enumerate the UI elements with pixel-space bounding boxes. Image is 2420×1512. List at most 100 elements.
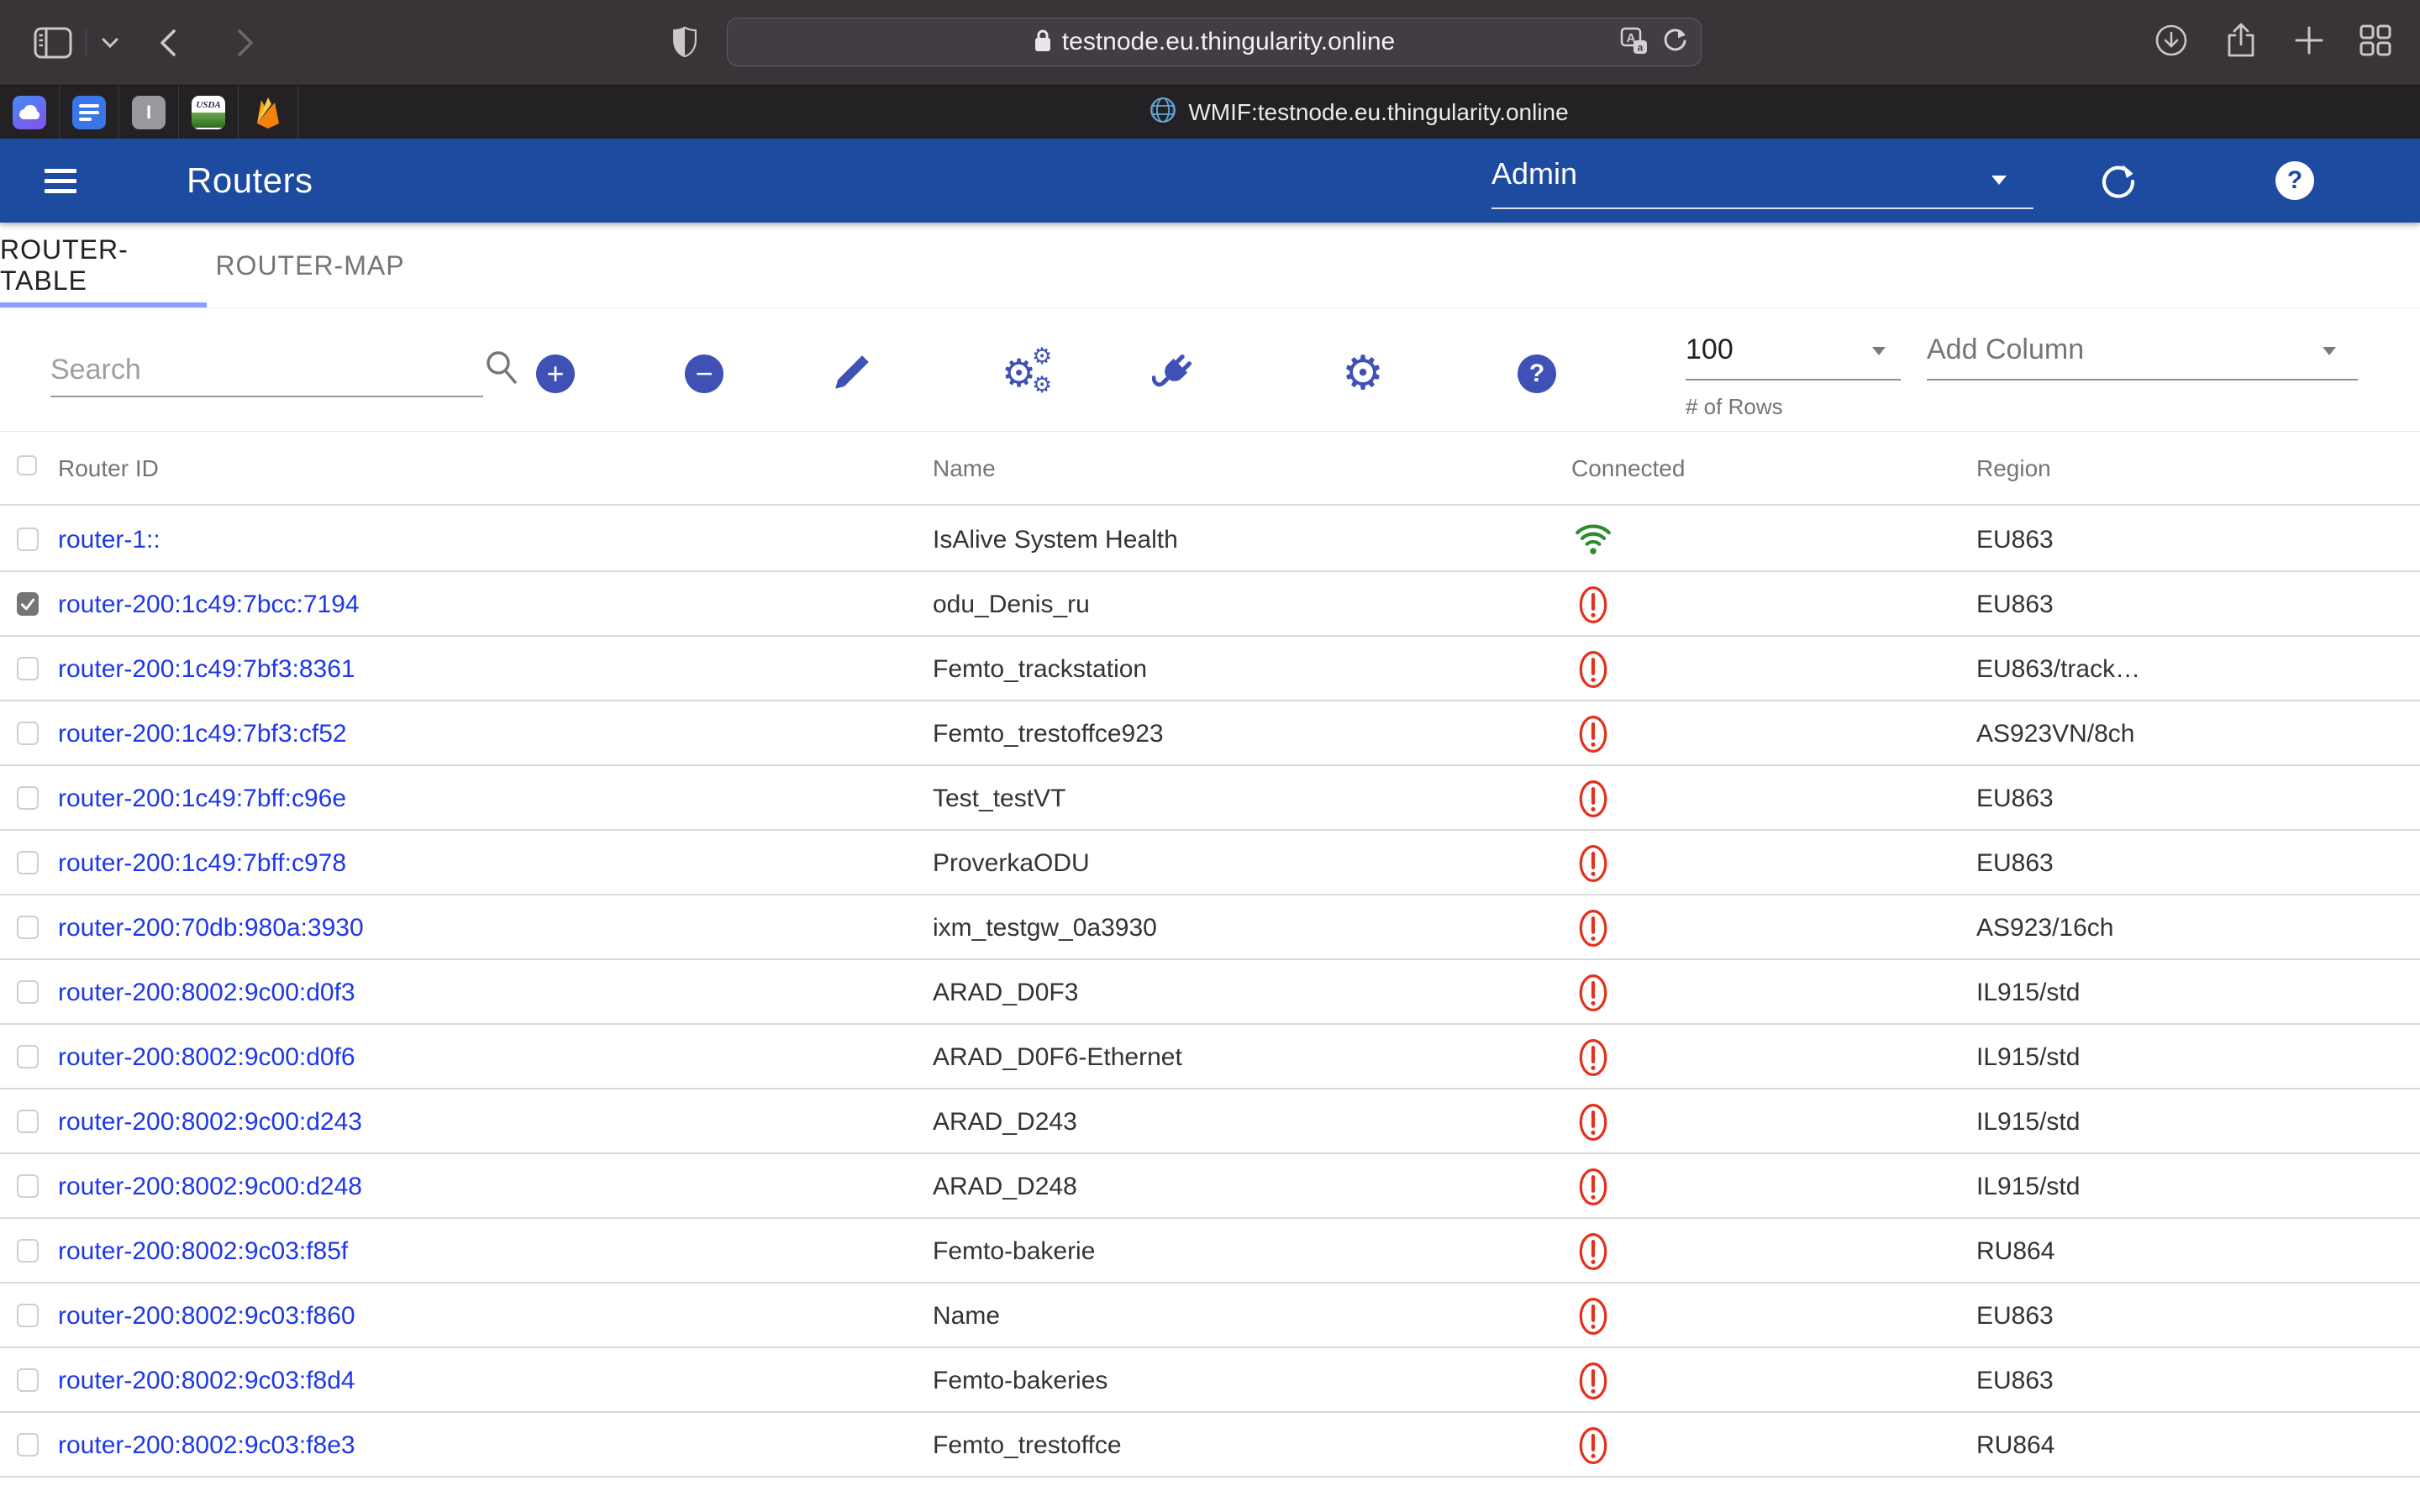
pinned-tab-firebase[interactable] (239, 86, 298, 139)
router-configs-button[interactable]: ⚙ ⚙ ⚙ (1002, 350, 1049, 397)
table-row: router-200:1c49:7bf3:cf52Femto_trestoffc… (0, 701, 2420, 766)
row-checkbox[interactable] (17, 1433, 39, 1457)
table-row: router-200:8002:9c03:f860NameEU863 (0, 1284, 2420, 1348)
region-cell: RU864 (1976, 1219, 2054, 1284)
new-tab-icon[interactable] (2294, 25, 2324, 60)
row-checkbox[interactable] (17, 722, 39, 745)
router-id-link[interactable]: router-200:8002:9c03:f8d4 (58, 1348, 355, 1413)
router-id-link[interactable]: router-200:1c49:7bf3:8361 (58, 637, 355, 701)
share-icon[interactable] (2223, 22, 2259, 63)
active-tab[interactable]: WMIF:testnode.eu.thingularity.online (298, 86, 2420, 139)
alert-disconnected-icon (1573, 1219, 1613, 1284)
table-row: router-200:1c49:7bff:c96eTest_testVTEU86… (0, 766, 2420, 831)
alert-disconnected-icon (1573, 637, 1613, 701)
router-id-link[interactable]: router-200:8002:9c00:d243 (58, 1089, 362, 1154)
table-help-button[interactable]: ? (1513, 350, 1560, 397)
alert-disconnected-icon (1573, 960, 1613, 1025)
column-name[interactable]: Name (933, 432, 996, 506)
search-input[interactable]: Search (50, 349, 483, 397)
row-checkbox[interactable] (17, 528, 39, 551)
router-name: ARAD_D0F3 (933, 960, 1078, 1025)
table-row: router-1::IsAlive System HealthEU863 (0, 507, 2420, 572)
add-column-placeholder: Add Column (1927, 333, 2084, 365)
back-button-icon[interactable] (157, 29, 179, 57)
refresh-icon[interactable] (2099, 162, 2138, 205)
tab-router-map[interactable]: ROUTER-MAP (207, 223, 413, 308)
sidebar-toggle-icon[interactable] (34, 27, 72, 59)
alert-disconnected-icon (1573, 766, 1613, 831)
row-checkbox[interactable] (17, 1304, 39, 1327)
row-checkbox[interactable] (17, 851, 39, 874)
row-checkbox[interactable] (17, 1110, 39, 1133)
row-checkbox[interactable] (17, 657, 39, 680)
add-router-button[interactable]: + (532, 350, 579, 397)
tab-groups-chevron-icon[interactable] (102, 38, 118, 48)
router-id-link[interactable]: router-200:1c49:7bff:c96e (58, 766, 346, 831)
router-name: ProverkaODU (933, 831, 1090, 895)
row-checkbox[interactable] (17, 1174, 39, 1198)
region-cell: AS923VN/8ch (1976, 701, 2134, 766)
router-id-link[interactable]: router-200:1c49:7bff:c978 (58, 831, 346, 895)
row-checkbox[interactable] (17, 1045, 39, 1068)
remove-router-button[interactable]: − (681, 350, 728, 397)
chevron-down-icon (2323, 347, 2336, 355)
row-checkbox[interactable] (17, 592, 39, 616)
pinned-tab-docs[interactable] (60, 86, 119, 139)
row-checkbox[interactable] (17, 1239, 39, 1263)
add-column-select[interactable]: Add Column (1927, 333, 2358, 366)
settings-button[interactable]: ⚙ (1339, 350, 1386, 397)
row-checkbox[interactable] (17, 980, 39, 1004)
router-id-link[interactable]: router-200:1c49:7bcc:7194 (58, 572, 360, 637)
translate-icon[interactable]: A a (1620, 27, 1649, 60)
pinned-tab-usda[interactable]: USDA (179, 86, 239, 139)
edit-router-button[interactable] (829, 350, 876, 397)
usda-favicon-icon: USDA (192, 96, 225, 129)
router-id-link[interactable]: router-200:8002:9c03:f85f (58, 1219, 348, 1284)
tab-overview-icon[interactable] (2360, 24, 2391, 60)
forward-button-icon[interactable] (234, 29, 256, 57)
router-name: Femto_trackstation (933, 637, 1147, 701)
row-checkbox[interactable] (17, 786, 39, 810)
router-id-link[interactable]: router-200:1c49:7bf3:cf52 (58, 701, 347, 766)
reload-icon[interactable] (1662, 28, 1687, 59)
router-id-link[interactable]: router-200:8002:9c03:f860 (58, 1284, 355, 1348)
region-cell: EU863 (1976, 572, 2054, 637)
gear-icon: ⚙ (1342, 350, 1384, 397)
account-select[interactable]: Admin (1491, 154, 2033, 209)
menu-hamburger-icon[interactable] (45, 169, 76, 193)
tab-router-table[interactable]: ROUTER-TABLE (0, 223, 207, 308)
connect-button[interactable] (1150, 350, 1197, 397)
column-region[interactable]: Region (1976, 432, 2051, 506)
plug-icon (1152, 350, 1196, 398)
minus-icon: − (685, 354, 723, 393)
column-router-id[interactable]: Router ID (58, 432, 159, 506)
select-all-checkbox[interactable] (17, 455, 37, 475)
rows-per-page-value: 100 (1686, 333, 1733, 365)
table-row: router-200:8002:9c00:d0f6ARAD_D0F6-Ether… (0, 1025, 2420, 1089)
row-checkbox[interactable] (17, 1368, 39, 1392)
router-id-link[interactable]: router-200:70db:980a:3930 (58, 895, 364, 960)
row-checkbox[interactable] (17, 916, 39, 939)
router-name: ARAD_D248 (933, 1154, 1077, 1219)
router-name: Test_testVT (933, 766, 1065, 831)
privacy-shield-icon[interactable] (672, 25, 697, 63)
downloads-icon[interactable] (2154, 24, 2188, 61)
gears-icon: ⚙ ⚙ ⚙ (1002, 349, 1049, 399)
router-id-link[interactable]: router-1:: (58, 507, 160, 572)
pinned-tab-info[interactable]: I (119, 86, 179, 139)
table-toolbar: Search + − ⚙ ⚙ ⚙ (0, 308, 2420, 432)
table-row: router-200:8002:9c00:d0f3ARAD_D0F3IL915/… (0, 960, 2420, 1025)
plus-icon: + (536, 354, 575, 393)
router-id-link[interactable]: router-200:8002:9c00:d0f3 (58, 960, 355, 1025)
chevron-down-icon (1872, 347, 1886, 355)
column-connected[interactable]: Connected (1571, 432, 1685, 506)
address-bar[interactable]: testnode.eu.thingularity.online A a (727, 18, 1702, 66)
help-icon[interactable]: ? (2275, 161, 2314, 200)
router-id-link[interactable]: router-200:8002:9c00:d0f6 (58, 1025, 355, 1089)
router-id-link[interactable]: router-200:8002:9c00:d248 (58, 1154, 362, 1219)
router-name: IsAlive System Health (933, 507, 1178, 572)
lock-icon (1034, 28, 1052, 57)
router-id-link[interactable]: router-200:8002:9c03:f8e3 (58, 1413, 355, 1478)
rows-per-page-select[interactable]: 100 (1686, 333, 1901, 366)
pinned-tab-icloud[interactable] (0, 86, 60, 139)
